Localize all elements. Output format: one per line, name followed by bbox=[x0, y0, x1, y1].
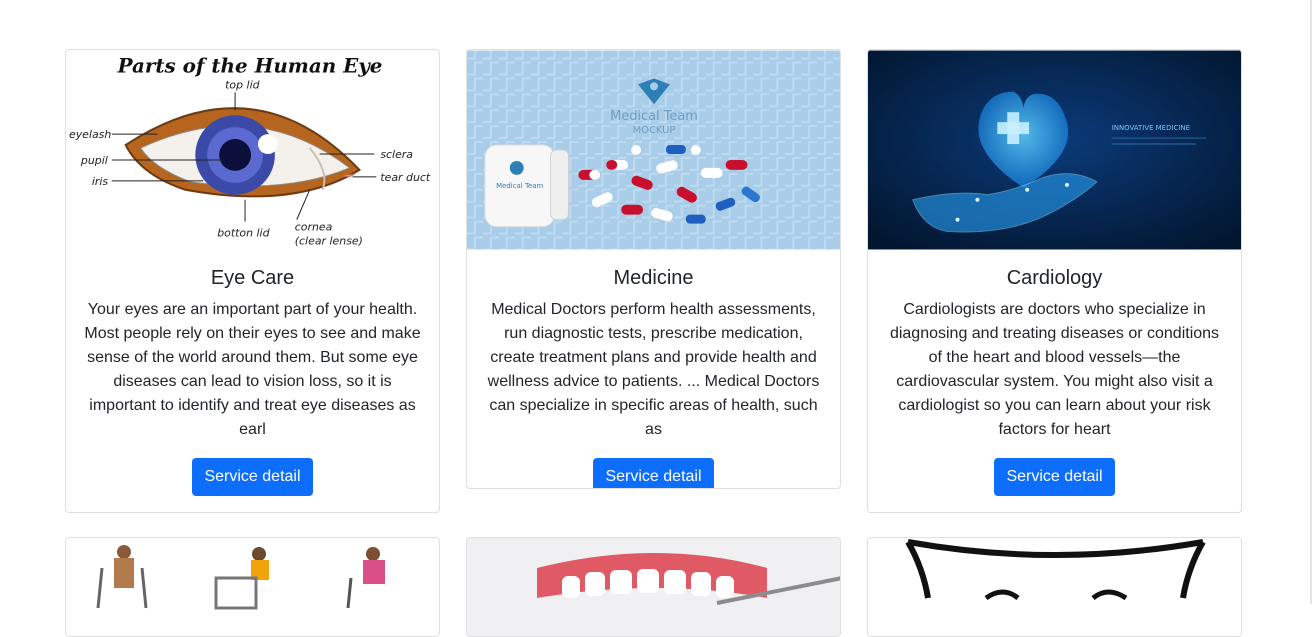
eye-diagram-heading: Parts of the Human Eye bbox=[117, 53, 383, 77]
service-card-dental-partial bbox=[466, 537, 841, 637]
service-card-eye-care: Parts of the Human Eye top lid eyelash p… bbox=[65, 49, 440, 513]
card-description: Cardiologists are doctors who specialize… bbox=[889, 301, 1220, 438]
mobility-aids-image bbox=[66, 538, 439, 636]
innovative-medicine-caption: INNOVATIVE MEDICINE bbox=[1112, 124, 1190, 132]
eye-label-clear-lense: (clear lense) bbox=[295, 234, 363, 247]
pill-bottle: Medical Team bbox=[484, 144, 569, 228]
brand-sub: MOCKUP bbox=[633, 125, 676, 136]
service-detail-button[interactable]: Service detail bbox=[994, 458, 1115, 496]
card-title: Eye Care bbox=[210, 267, 295, 289]
service-card-third-partial bbox=[867, 537, 1242, 637]
eye-label-iris: iris bbox=[92, 175, 109, 188]
line-art-image bbox=[868, 538, 1241, 636]
card-title: Cardiology bbox=[1006, 267, 1103, 289]
card-description: Medical Doctors perform health assessmen… bbox=[487, 301, 820, 438]
service-detail-button[interactable]: Service detail bbox=[192, 458, 313, 496]
card-description: Your eyes are an important part of your … bbox=[84, 301, 421, 438]
service-card-physiotherapy-partial bbox=[65, 537, 440, 637]
eye-label-botton-lid: botton lid bbox=[217, 227, 269, 240]
eye-label-top-lid: top lid bbox=[225, 78, 259, 91]
cardiology-heart-image: INNOVATIVE MEDICINE bbox=[868, 50, 1241, 250]
eye-label-tear-duct: tear duct bbox=[380, 171, 431, 184]
eye-diagram-image: Parts of the Human Eye top lid eyelash p… bbox=[66, 50, 439, 250]
eye-label-pupil: pupil bbox=[80, 154, 108, 167]
bottle-label: Medical Team bbox=[496, 182, 543, 190]
medicine-pills-image: Medical Team MOCKUP Medical Team bbox=[467, 50, 840, 250]
brand-name: Medical Team bbox=[610, 109, 698, 124]
service-card-cardiology: INNOVATIVE MEDICINE Cardiology Cardiolog… bbox=[867, 49, 1242, 513]
eye-label-eyelash: eyelash bbox=[69, 128, 111, 141]
service-card-medicine: Medical Team MOCKUP Medical Team Medicin… bbox=[466, 49, 841, 489]
dental-teeth-image bbox=[467, 538, 840, 636]
card-title: Medicine bbox=[613, 267, 694, 289]
eye-label-sclera: sclera bbox=[380, 148, 413, 161]
eye-label-cornea: cornea bbox=[295, 221, 333, 234]
service-detail-button[interactable]: Service detail bbox=[593, 458, 714, 488]
